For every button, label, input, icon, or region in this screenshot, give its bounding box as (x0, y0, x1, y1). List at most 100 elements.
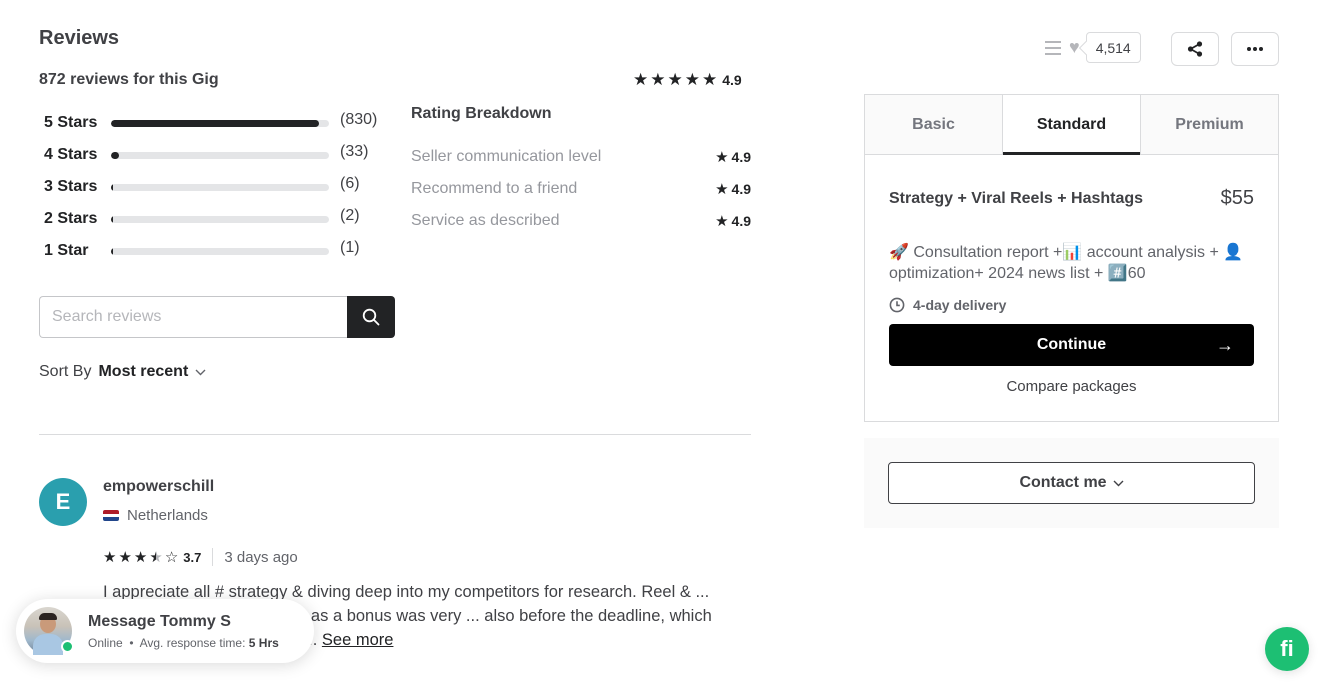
more-options-button[interactable] (1231, 32, 1279, 66)
share-button[interactable] (1171, 32, 1219, 66)
breakdown-value: 4.9 (731, 181, 751, 197)
star-icon: ★ (650, 70, 666, 89)
rating-bar-fill (111, 119, 319, 127)
rating-bar-fill (111, 183, 114, 191)
clock-icon (889, 297, 905, 313)
continue-label: Continue (1036, 336, 1107, 353)
rating-row-label: 1 Star (44, 242, 89, 259)
rating-bar-fill (111, 215, 114, 223)
contact-label: Contact me (1019, 474, 1107, 491)
response-time-value: 5 Hrs (248, 635, 279, 650)
breakdown-label: Seller communication level (411, 148, 602, 165)
delivery-text: 4-day delivery (913, 297, 1007, 313)
rating-row-count: (6) (340, 175, 360, 192)
rating-row-label: 2 Stars (44, 210, 98, 227)
package-tabs: Basic Standard Premium (865, 95, 1278, 155)
star-icon: ★ (133, 548, 148, 566)
contact-me-button[interactable]: Contact me (888, 462, 1255, 504)
empty-star-icon: ☆ (164, 548, 179, 566)
rating-row-5[interactable]: 5 Stars (830) (44, 107, 389, 139)
fiverr-logo-icon: fi (1280, 636, 1294, 661)
rating-breakdown-title: Rating Breakdown (411, 105, 552, 122)
rating-distribution: 5 Stars (830) 4 Stars (33) 3 Stars (6) 2… (44, 107, 389, 267)
search-button[interactable] (347, 296, 395, 338)
sort-dropdown[interactable]: Sort By Most recent (39, 363, 206, 381)
package-card: Basic Standard Premium Strategy + Viral … (864, 94, 1279, 422)
country-name: Netherlands (127, 507, 208, 524)
rating-row-1[interactable]: 1 Star (1) (44, 235, 389, 267)
separator (212, 548, 214, 566)
overall-rating: ★ ★ ★ ★ ★ 4.9 (633, 71, 742, 88)
breakdown-label: Recommend to a friend (411, 180, 578, 197)
star-icon: ★ (715, 180, 729, 198)
star-icon: ★ (715, 212, 729, 230)
bullet-separator: • (126, 635, 140, 650)
overall-rating-value: 4.9 (722, 71, 742, 88)
review-search (39, 296, 395, 338)
rating-row-label: 4 Stars (44, 146, 98, 163)
online-status: Online (88, 635, 123, 650)
breakdown-value: 4.9 (731, 149, 751, 165)
tab-premium[interactable]: Premium (1141, 95, 1278, 154)
rating-bar-track (111, 247, 329, 255)
delivery-time: 4-day delivery (889, 297, 1254, 313)
compare-packages-link[interactable]: Compare packages (889, 378, 1254, 395)
response-time-label: Avg. response time: (139, 635, 246, 650)
online-status-dot (61, 640, 74, 653)
message-status-line: Online • Avg. response time: 5 Hrs (88, 636, 279, 650)
list-icon[interactable] (1045, 40, 1061, 55)
package-description: 🚀 Consultation report +📊 account analysi… (889, 244, 1244, 282)
gig-actions: ♥ 4,514 (1045, 32, 1141, 63)
chevron-down-icon (1113, 480, 1124, 486)
star-icon: ★ (715, 148, 729, 166)
star-icon: ★ (103, 548, 117, 566)
rating-row-label: 3 Stars (44, 178, 98, 195)
netherlands-flag-icon (103, 510, 119, 521)
rating-row-count: (33) (340, 143, 369, 160)
breakdown-value: 4.9 (731, 213, 751, 229)
star-icon: ★ (684, 70, 700, 89)
arrow-right-icon: → (1216, 334, 1234, 355)
rating-bar-track (111, 183, 329, 191)
sort-label: Sort By (39, 363, 92, 380)
message-title: Message Tommy S (88, 612, 231, 630)
rating-bar-track (111, 119, 329, 127)
breakdown-row: Recommend to a friend ★ 4.9 (411, 173, 751, 205)
reviews-count: 872 reviews for this Gig (39, 71, 219, 88)
rating-row-2[interactable]: 2 Stars (2) (44, 203, 389, 235)
reviewer-avatar: E (39, 478, 87, 526)
breakdown-row: Service as described ★ 4.9 (411, 205, 751, 237)
half-star-icon: ★ (149, 548, 163, 566)
breakdown-label: Service as described (411, 212, 560, 229)
chevron-down-icon (195, 369, 206, 375)
reviews-title: Reviews (39, 27, 120, 49)
sort-value: Most recent (98, 363, 189, 380)
message-seller-popup[interactable]: Message Tommy S Online • Avg. response t… (16, 599, 314, 663)
review-rating-value: 3.7 (183, 549, 202, 565)
rating-row-count: (830) (340, 111, 378, 128)
tab-basic[interactable]: Basic (865, 95, 1003, 154)
rating-row-4[interactable]: 4 Stars (33) (44, 139, 389, 171)
rating-bar-fill (111, 247, 114, 255)
search-reviews-input[interactable] (39, 296, 347, 338)
star-icon: ★ (633, 70, 649, 89)
package-name: Strategy + Viral Reels + Hashtags (889, 189, 1144, 207)
seller-avatar (24, 607, 74, 655)
search-icon (362, 308, 380, 326)
fiverr-logo-button[interactable]: fi (1265, 627, 1309, 671)
star-icon: ★ (118, 548, 132, 566)
tab-standard[interactable]: Standard (1003, 95, 1141, 155)
rating-bar-track (111, 151, 329, 159)
rating-row-count: (2) (340, 207, 360, 224)
like-count: 4,514 (1085, 32, 1141, 63)
rating-row-count: (1) (340, 239, 360, 256)
rating-breakdown: Rating Breakdown Seller communication le… (411, 105, 751, 237)
breakdown-row: Seller communication level ★ 4.9 (411, 141, 751, 173)
rating-row-3[interactable]: 3 Stars (6) (44, 171, 389, 203)
see-more-link[interactable]: See more (322, 631, 394, 649)
continue-button[interactable]: Continue → (889, 324, 1254, 366)
review-rating: ★ ★ ★ ★ ☆ 3.7 3 days ago (103, 548, 298, 566)
review-time: 3 days ago (224, 548, 298, 566)
contact-section: Contact me (864, 438, 1279, 528)
star-icon: ★ (702, 70, 718, 89)
